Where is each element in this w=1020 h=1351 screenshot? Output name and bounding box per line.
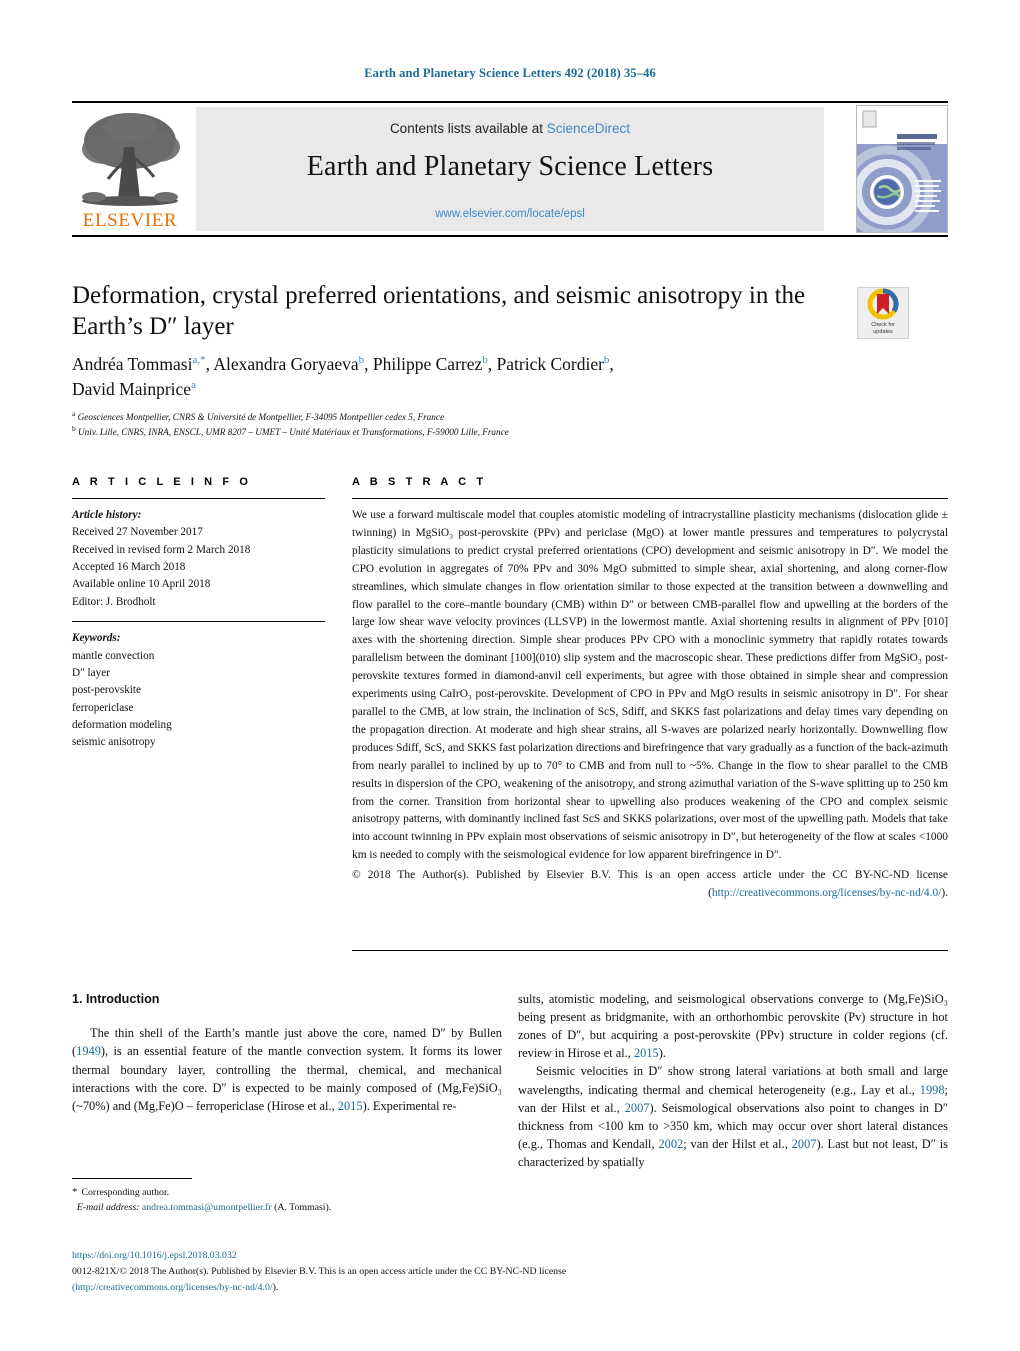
contents-prefix: Contents lists available at <box>389 121 547 136</box>
body-column-left: 1. Introduction The thin shell of the Ea… <box>72 990 502 1115</box>
paragraph-text: ; van der Hilst et al., <box>683 1136 792 1151</box>
affiliation-b: b Univ. Lille, CNRS, INRA, ENSCL, UMR 82… <box>72 424 509 438</box>
history-item: Editor: J. Brodholt <box>72 595 156 608</box>
keyword-item: seismic anisotropy <box>72 736 156 749</box>
citation-link[interactable]: 2007 <box>625 1101 650 1115</box>
author-separator: , <box>609 354 614 374</box>
elsevier-logo: ELSEVIER <box>74 107 186 231</box>
issn-copyright-text: 0012-821X/© 2018 The Author(s). Publishe… <box>72 1266 567 1278</box>
body-column-right: sults, atomistic modeling, and seismolog… <box>518 990 948 1171</box>
author-item: Alexandra Goryaevab, <box>213 354 373 374</box>
journal-title: Earth and Planetary Science Letters <box>306 151 714 182</box>
paragraph: The thin shell of the Earth’s mantle jus… <box>72 1024 502 1115</box>
doi-link[interactable]: https://doi.org/10.1016/j.epsl.2018.03.0… <box>72 1248 632 1263</box>
paragraph-text: Seismic velocities in D″ show strong lat… <box>518 1064 948 1097</box>
crossmark-icon <box>867 288 899 320</box>
corresponding-author-mark: * <box>72 1186 78 1198</box>
crossmark-label: Check for updates <box>858 322 908 335</box>
email-note: E-mail address: andrea.tommasi@umontpell… <box>72 1201 502 1216</box>
copyright-tail: ). <box>941 887 948 900</box>
copyright-license-link[interactable]: http://creativecommons.org/licenses/by-n… <box>712 887 941 899</box>
corresponding-author-note: * Corresponding author. <box>72 1184 502 1201</box>
author-separator: , <box>364 354 373 374</box>
author-name: Patrick Cordier <box>496 354 604 374</box>
keyword-item: post-perovskite <box>72 684 141 697</box>
citation-link[interactable]: 1998 <box>920 1083 945 1097</box>
title-block: Deformation, crystal preferred orientati… <box>72 280 842 343</box>
email-suffix: (A. Tommasi). <box>274 1201 332 1213</box>
journal-cover-thumbnail <box>856 105 948 233</box>
author-item: Andréa Tommasia,*, <box>72 354 213 374</box>
affiliation-list: a Geosciences Montpellier, CNRS & Univer… <box>72 410 932 440</box>
paragraph-text: sults, atomistic modeling, and seismolog… <box>518 992 948 1061</box>
keyword-list: Keywords: mantle convection D″ layer pos… <box>72 630 325 752</box>
citation-link[interactable]: 2015 <box>338 1099 363 1113</box>
keyword-item: D″ layer <box>72 666 110 679</box>
citation-link[interactable]: 2007 <box>792 1137 817 1151</box>
author-list: Andréa Tommasia,*, Alexandra Goryaevab, … <box>72 352 872 403</box>
affiliation-b-text: Univ. Lille, CNRS, INRA, ENSCL, UMR 8207… <box>78 427 509 438</box>
affiliation-a-text: Geosciences Montpellier, CNRS & Universi… <box>77 412 445 422</box>
journal-url-link[interactable]: www.elsevier.com/locate/epsl <box>196 208 824 220</box>
citation-link[interactable]: 2002 <box>658 1137 683 1151</box>
keywords-label: Keywords: <box>72 632 121 645</box>
author-affiliation-mark: a,* <box>192 354 206 367</box>
doi-block: https://doi.org/10.1016/j.epsl.2018.03.0… <box>72 1248 632 1295</box>
paper-page: Earth and Planetary Science Letters 492 … <box>0 0 1020 1351</box>
crossmark-label-line2: updates <box>873 328 893 335</box>
crossmark-badge[interactable]: Check for updates <box>857 287 909 339</box>
paragraph: Seismic velocities in D″ show strong lat… <box>518 1062 948 1171</box>
author-name: Andréa Tommasi <box>72 354 193 374</box>
paragraph-text: ). <box>658 1046 666 1061</box>
page-title: Deformation, crystal preferred orientati… <box>72 282 806 341</box>
affiliation-a: a Geosciences Montpellier, CNRS & Univer… <box>72 408 445 422</box>
paragraph-text: ). Experimental re- <box>362 1098 457 1113</box>
sciencedirect-link[interactable]: ScienceDirect <box>547 121 630 136</box>
article-info-heading: A R T I C L E I N F O <box>72 476 252 488</box>
article-history-label: Article history: <box>72 509 142 521</box>
divider <box>352 498 948 499</box>
author-separator: , <box>487 354 497 374</box>
history-item: Received in revised form 2 March 2018 <box>72 543 251 556</box>
history-item: Accepted 16 March 2018 <box>72 561 186 574</box>
divider <box>352 950 948 951</box>
corresponding-author-text: Corresponding author. <box>81 1187 170 1198</box>
history-item: Available online 10 April 2018 <box>72 578 211 591</box>
history-item: Received 27 November 2017 <box>72 526 203 539</box>
keyword-item: ferropericlase <box>72 701 134 714</box>
contents-line: Contents lists available at ScienceDirec… <box>196 121 824 136</box>
elsevier-wordmark: ELSEVIER <box>82 210 178 231</box>
citation-link[interactable]: 1949 <box>76 1044 101 1058</box>
author-affiliation-mark: a <box>191 379 196 392</box>
abstract-heading: A B S T R A C T <box>352 476 487 488</box>
divider <box>72 498 325 499</box>
author-item: Philippe Carrezb, <box>373 354 497 374</box>
paragraph: sults, atomistic modeling, and seismolog… <box>518 990 948 1062</box>
journal-masthead: ELSEVIER Contents lists available at Sci… <box>72 101 948 237</box>
abstract-text: We use a forward multiscale model that c… <box>352 509 948 862</box>
journal-banner: Contents lists available at ScienceDirec… <box>196 107 824 231</box>
keyword-item: deformation modeling <box>72 718 172 731</box>
issn-tail: ). <box>272 1281 279 1293</box>
running-head: Earth and Planetary Science Letters 492 … <box>364 66 656 80</box>
author-name: Alexandra Goryaeva <box>213 354 359 374</box>
divider <box>72 621 325 623</box>
author-item: David Mainpricea <box>72 379 196 399</box>
author-name: Philippe Carrez <box>372 354 483 374</box>
crossmark-label-line1: Check for <box>871 322 895 329</box>
citation-link[interactable]: 2015 <box>634 1046 659 1060</box>
author-name: David Mainprice <box>72 379 192 400</box>
section-heading-introduction: 1. Introduction <box>72 992 160 1006</box>
keyword-item: mantle convection <box>72 649 155 662</box>
issn-license-link[interactable]: (http://creativecommons.org/licenses/by-… <box>72 1282 273 1293</box>
email-label: E-mail address: <box>76 1201 140 1213</box>
abstract-copyright: © 2018 The Author(s). Published by Elsev… <box>352 867 948 903</box>
email-link[interactable]: andrea.tommasi@umontpellier.fr <box>142 1202 272 1213</box>
footnote-divider <box>72 1178 192 1179</box>
abstract-panel: A B S T R A C T We use a forward multisc… <box>352 476 948 903</box>
footnote-block: * Corresponding author. E-mail address: a… <box>72 1184 502 1216</box>
article-history: Article history: Received 27 November 20… <box>72 507 325 611</box>
author-item: Patrick Cordierb, <box>497 354 614 374</box>
article-info-panel: A R T I C L E I N F O Article history: R… <box>72 476 325 752</box>
